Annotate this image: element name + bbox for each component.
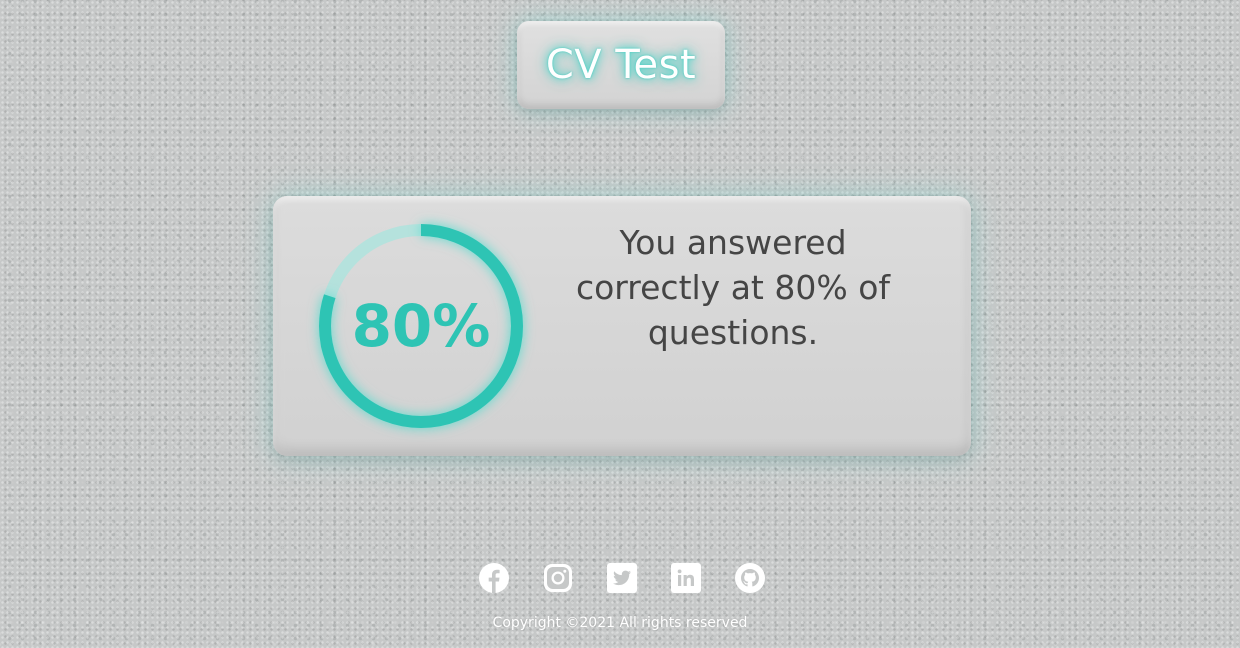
result-message: You answered correctly at 80% of questio… [575, 223, 891, 352]
instagram-link[interactable] [542, 562, 574, 594]
twitter-icon [607, 563, 637, 593]
page-title: CV Test [545, 42, 697, 88]
linkedin-link[interactable] [670, 562, 702, 594]
social-links [478, 562, 768, 594]
title-card: CV Test [517, 21, 725, 109]
instagram-icon [544, 564, 572, 592]
score-percent: 80% [351, 292, 491, 360]
github-link[interactable] [734, 562, 766, 594]
linkedin-icon [671, 563, 701, 593]
github-icon [735, 563, 765, 593]
twitter-link[interactable] [606, 562, 638, 594]
facebook-link[interactable] [478, 562, 510, 594]
result-card: 80% You answered correctly at 80% of que… [273, 196, 971, 456]
copyright-text: Copyright ©2021 All rights reserved [492, 615, 748, 631]
facebook-icon [479, 563, 509, 593]
